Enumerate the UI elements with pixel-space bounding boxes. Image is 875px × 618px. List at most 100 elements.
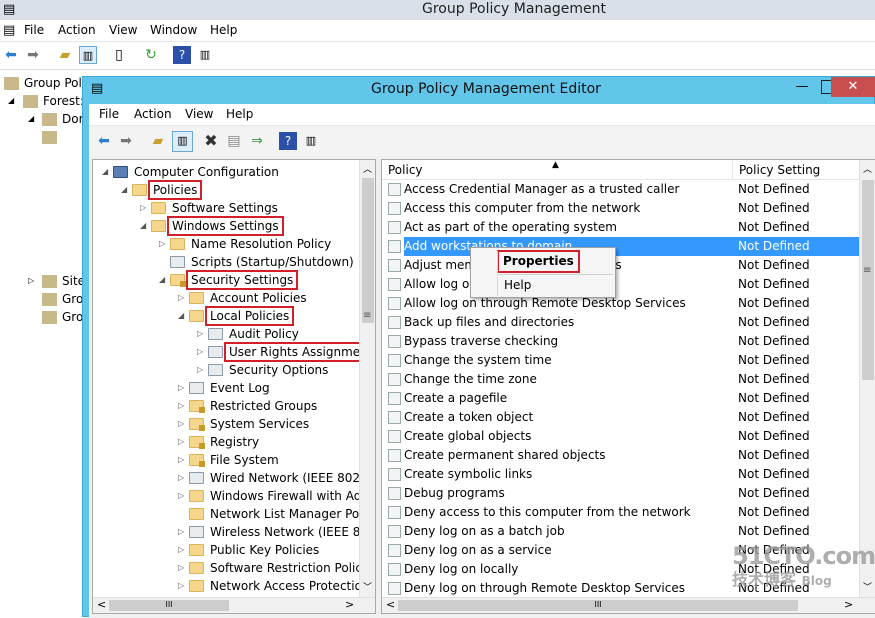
- tree-node[interactable]: ◢ Windows Settings: [93, 216, 361, 236]
- policy-row[interactable]: Create permanent shared objects Not Defin…: [382, 446, 859, 465]
- show-hide-tree-icon[interactable]: ▥: [79, 46, 97, 64]
- expander-icon[interactable]: ▷: [178, 559, 184, 577]
- tree-node[interactable]: ◢ Policies: [93, 180, 361, 200]
- expander-icon[interactable]: ▷: [178, 397, 184, 415]
- scroll-right-icon[interactable]: >: [844, 598, 853, 611]
- expander-icon[interactable]: ◢: [178, 307, 184, 325]
- menu-file[interactable]: File: [24, 23, 44, 37]
- expander-icon[interactable]: ▷: [197, 325, 203, 343]
- forward-icon[interactable]: ➡: [117, 132, 135, 150]
- policy-row[interactable]: Create a pagefile Not Defined: [382, 389, 859, 408]
- tree-node[interactable]: ▷ Event Log: [93, 379, 361, 397]
- tree-node[interactable]: ▷ Windows Firewall with Adva: [93, 487, 375, 505]
- expander-icon[interactable]: ▷: [178, 523, 184, 541]
- menu-action[interactable]: Action: [134, 107, 172, 121]
- close-button[interactable]: ✕: [831, 77, 875, 97]
- scroll-thumb[interactable]: [862, 180, 874, 380]
- menu-file[interactable]: File: [99, 107, 119, 121]
- refresh-icon[interactable]: ↻: [142, 46, 160, 64]
- expander-icon[interactable]: ▷: [197, 343, 203, 361]
- context-menu-help[interactable]: Help: [504, 278, 531, 292]
- expander-icon[interactable]: ◢: [102, 163, 108, 181]
- tree-node[interactable]: ◢ Security Settings: [93, 270, 361, 290]
- policy-row[interactable]: Create global objects Not Defined: [382, 427, 859, 446]
- column-header-policy-setting[interactable]: Policy Setting: [732, 160, 860, 180]
- scroll-left-icon[interactable]: <: [386, 598, 395, 611]
- policy-row[interactable]: Access this computer from the network Not…: [382, 199, 859, 218]
- scroll-thumb[interactable]: III: [398, 600, 798, 611]
- scroll-thumb[interactable]: [362, 178, 374, 323]
- menu-help[interactable]: Help: [210, 23, 237, 37]
- tree-node[interactable]: ▷ User Rights Assignment: [93, 342, 375, 362]
- system-menu-icon[interactable]: ▤: [3, 23, 15, 38]
- tree-node[interactable]: ▷ Wireless Network (IEEE 802.1: [93, 523, 375, 541]
- list-horizontal-scrollbar[interactable]: < III >: [382, 597, 875, 613]
- expander-icon[interactable]: ▷: [178, 451, 184, 469]
- expander-icon[interactable]: ▷: [28, 276, 34, 285]
- menu-window[interactable]: Window: [150, 23, 197, 37]
- policy-row[interactable]: Add workstations to domain Not Defined: [382, 237, 859, 256]
- tree-node[interactable]: ◢ Computer Configuration: [93, 163, 361, 181]
- policy-row[interactable]: Back up files and directories Not Defined: [382, 313, 859, 332]
- menu-view[interactable]: View: [185, 107, 213, 121]
- tree-node[interactable]: ▷ Network Access Protection: [93, 577, 370, 595]
- tree-node[interactable]: ▷ Registry: [93, 433, 361, 451]
- menu-help[interactable]: Help: [226, 107, 253, 121]
- scroll-left-icon[interactable]: <: [97, 598, 106, 611]
- policy-row[interactable]: Create symbolic links Not Defined: [382, 465, 859, 484]
- scroll-right-icon[interactable]: >: [345, 598, 354, 611]
- tree-node[interactable]: ▷ Software Restriction Policies: [93, 559, 375, 577]
- tree-node[interactable]: ◢ Local Policies: [93, 306, 361, 326]
- tree-horizontal-scrollbar[interactable]: < III >: [93, 597, 375, 613]
- policy-row[interactable]: Change the system time Not Defined: [382, 351, 859, 370]
- expander-icon[interactable]: ◢: [28, 114, 34, 123]
- expander-icon[interactable]: ◢: [121, 181, 127, 199]
- expander-icon[interactable]: ▷: [140, 199, 146, 217]
- help-icon[interactable]: ?: [279, 132, 297, 150]
- back-icon[interactable]: ⬅: [2, 46, 20, 64]
- expander-icon[interactable]: ▷: [178, 379, 184, 397]
- policy-row[interactable]: Deny log on as a batch job Not Defined: [382, 522, 859, 541]
- policy-row[interactable]: Allow log on locally Not Defined: [382, 275, 859, 294]
- menu-view[interactable]: View: [109, 23, 137, 37]
- policy-row[interactable]: Debug programs Not Defined: [382, 484, 859, 503]
- expander-icon[interactable]: ▷: [178, 415, 184, 433]
- expander-icon[interactable]: ▷: [178, 433, 184, 451]
- policy-row[interactable]: Allow log on through Remote Desktop Serv…: [382, 294, 859, 313]
- console-tree[interactable]: ◢ Computer Configuration ◢ Policies ▷ Softwar…: [92, 159, 376, 614]
- minimize-button[interactable]: —: [788, 77, 816, 97]
- policy-row[interactable]: Create a token object Not Defined: [382, 408, 859, 427]
- policy-row[interactable]: Access Credential Manager as a trusted c…: [382, 180, 859, 199]
- scroll-down-icon[interactable]: ﹀: [363, 580, 372, 593]
- policy-row[interactable]: Act as part of the operating system Not D…: [382, 218, 859, 237]
- policy-row[interactable]: Deny access to this computer from the ne…: [382, 503, 859, 522]
- tree-vertical-scrollbar[interactable]: ︿ ≡ ﹀: [359, 160, 375, 597]
- expander-icon[interactable]: ◢: [159, 271, 165, 289]
- action-pane-icon[interactable]: ▥: [196, 46, 214, 64]
- menu-action[interactable]: Action: [58, 23, 96, 37]
- expander-icon[interactable]: ▷: [178, 577, 184, 595]
- export-list-icon[interactable]: ⇒: [248, 132, 266, 150]
- delete-icon[interactable]: ✖: [202, 132, 220, 150]
- up-folder-icon[interactable]: ▰: [56, 46, 74, 64]
- expander-icon[interactable]: ▷: [178, 289, 184, 307]
- column-header-policy[interactable]: Policy ▲: [382, 160, 732, 180]
- tree-node[interactable]: ▷ File System: [93, 451, 361, 469]
- up-folder-icon[interactable]: ▰: [149, 132, 167, 150]
- expander-icon[interactable]: ▷: [159, 235, 165, 253]
- tree-node[interactable]: ▷ Public Key Policies: [93, 541, 361, 559]
- expander-icon[interactable]: ▷: [197, 361, 203, 379]
- tree-node[interactable]: ▷ Restricted Groups: [93, 397, 361, 415]
- tree-node[interactable]: Scripts (Startup/Shutdown): [93, 253, 361, 271]
- expander-icon[interactable]: ▷: [178, 541, 184, 559]
- policy-row[interactable]: Adjust memory quotas for a processNot De…: [382, 256, 859, 275]
- tree-node[interactable]: ▷ Account Policies: [93, 289, 361, 307]
- forward-icon[interactable]: ➡: [24, 46, 42, 64]
- policy-row[interactable]: Change the time zone Not Defined: [382, 370, 859, 389]
- scroll-thumb[interactable]: III: [109, 600, 229, 611]
- context-menu-properties[interactable]: Properties: [497, 250, 580, 273]
- list-vertical-scrollbar[interactable]: ︿ ≡ ﹀: [859, 160, 875, 597]
- back-icon[interactable]: ⬅: [95, 132, 113, 150]
- expander-icon[interactable]: ◢: [140, 217, 146, 235]
- expander-icon[interactable]: ▷: [178, 487, 184, 505]
